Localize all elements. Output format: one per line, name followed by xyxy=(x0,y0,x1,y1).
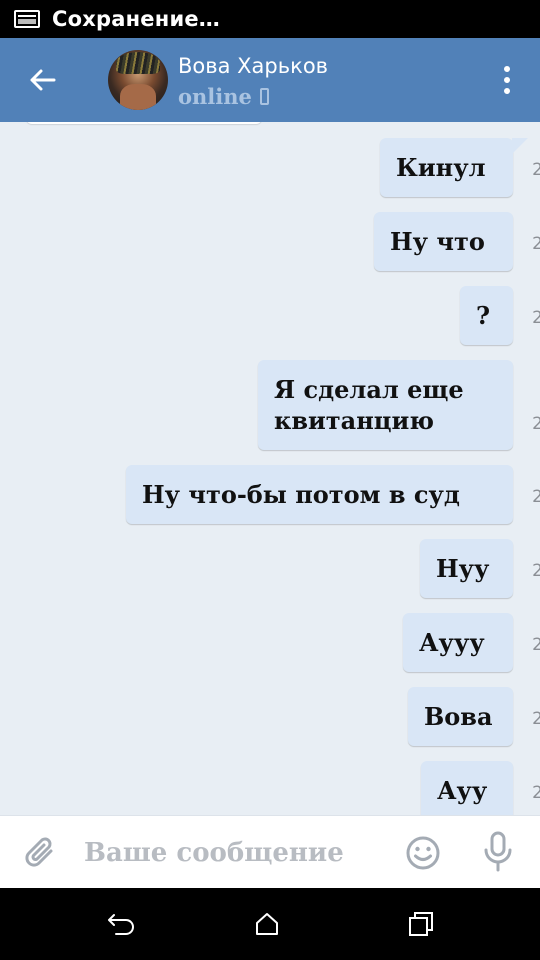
message-time: 2 xyxy=(532,414,540,434)
attach-button[interactable] xyxy=(22,834,62,874)
message-text: ? xyxy=(476,301,491,330)
microphone-icon xyxy=(484,831,512,872)
emoji-button[interactable] xyxy=(404,834,442,872)
message-text: Нуу xyxy=(436,554,490,583)
paperclip-icon xyxy=(25,837,53,867)
message-time: 2 xyxy=(532,308,540,328)
message-composer xyxy=(0,815,540,888)
message-time: 2 xyxy=(532,160,540,180)
message-time: 2 xyxy=(532,234,540,254)
nav-home-button[interactable] xyxy=(247,906,287,942)
nav-back-icon xyxy=(108,914,134,935)
more-menu-button[interactable] xyxy=(492,64,522,96)
nav-home-icon xyxy=(256,913,278,935)
message-text: Ну что-бы потом в суд xyxy=(142,480,460,509)
message-bubble[interactable]: Нуу xyxy=(420,539,513,598)
message-bubble[interactable]: Ну что-бы потом в суд xyxy=(126,465,513,524)
previous-message-bubble[interactable] xyxy=(26,122,262,124)
contact-status: online xyxy=(178,84,269,109)
message-bubble[interactable]: Вова xyxy=(408,687,513,746)
message-text: Вова xyxy=(424,702,493,731)
screenshot-icon xyxy=(14,10,40,28)
message-bubble[interactable]: Аууу xyxy=(403,613,513,672)
message-time: 2 xyxy=(532,783,540,803)
nav-recents-button[interactable] xyxy=(401,906,441,942)
status-bar: Сохранение… xyxy=(0,0,540,38)
message-input[interactable] xyxy=(84,830,384,876)
phone-icon xyxy=(259,88,269,105)
arrow-left-icon xyxy=(30,69,56,91)
avatar[interactable] xyxy=(108,50,168,110)
message-bubble[interactable]: Кинул xyxy=(380,138,528,197)
message-text: Ауу xyxy=(437,776,488,805)
message-time: 2 xyxy=(532,561,540,581)
nav-back-button[interactable] xyxy=(101,906,141,942)
contact-name[interactable]: Вова Харьков xyxy=(178,54,328,78)
smiley-icon xyxy=(406,836,440,870)
message-text: Ну что xyxy=(390,227,485,256)
message-text: Кинул xyxy=(396,153,486,182)
message-time: 2 xyxy=(532,487,540,507)
message-bubble[interactable]: ? xyxy=(460,286,513,345)
message-text: Я сделал еще квитанцию xyxy=(274,375,464,435)
online-status-text: online xyxy=(178,84,252,109)
message-bubble[interactable]: Я сделал еще квитанцию xyxy=(258,360,513,450)
message-bubble[interactable]: Ауу xyxy=(421,761,513,815)
status-text: Сохранение… xyxy=(52,7,221,31)
message-time: 2 xyxy=(532,709,540,729)
message-list[interactable]: Кинул 2 Ну что 2 ? 2 Я сделал еще квитан… xyxy=(0,122,540,815)
chat-header: Вова Харьков online xyxy=(0,38,540,122)
back-button[interactable] xyxy=(20,60,64,100)
nav-recents-icon xyxy=(409,912,433,936)
system-nav-bar xyxy=(0,888,540,960)
more-vertical-icon xyxy=(504,66,510,72)
message-bubble[interactable]: Ну что xyxy=(374,212,513,271)
message-time: 2 xyxy=(532,635,540,655)
voice-message-button[interactable] xyxy=(478,830,518,874)
message-text: Аууу xyxy=(419,628,485,657)
